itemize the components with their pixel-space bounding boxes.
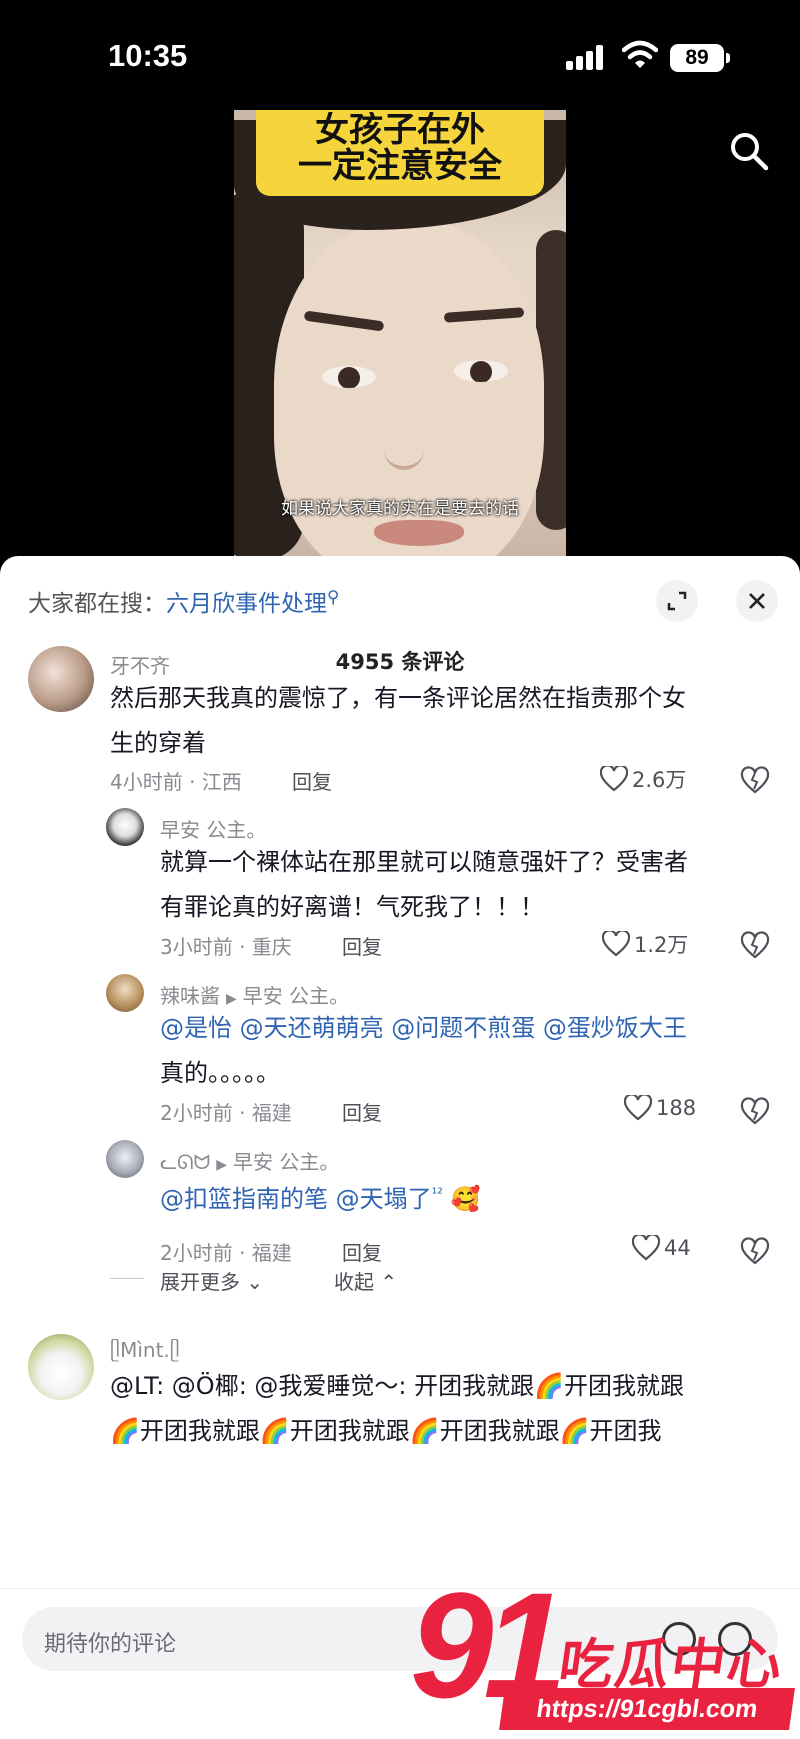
comment-username[interactable]: 牙不齐 [110, 650, 170, 679]
comment-text: @扣篮指南的笔 @天塌了¹² 🥰 [160, 1172, 480, 1222]
close-icon [749, 593, 765, 609]
comment-sheet: 大家都在搜：六月欣事件处理⚲ 4955 条评论 牙不齐 然后那天我真的震惊了，有… [0, 556, 800, 1739]
reply-arrow-icon: ▶ [226, 991, 237, 1007]
like-button[interactable]: 44 [632, 1235, 691, 1261]
comment-text-line: 生的穿着 [110, 729, 206, 757]
heart-icon [600, 766, 628, 792]
eye [454, 360, 508, 382]
mention-link[interactable]: @扣篮指南的笔 [160, 1185, 328, 1213]
mention-link[interactable]: @天塌了 [336, 1185, 432, 1213]
wifi-icon [622, 40, 658, 68]
emoji: 🥰 [450, 1185, 481, 1213]
avatar[interactable] [28, 646, 94, 712]
dislike-icon[interactable] [740, 931, 770, 959]
comment-time-location: 2小时前 · 福建 [160, 1101, 292, 1125]
comment-text: 就算一个裸体站在那里就可以随意强奸了？受害者 有罪论真的好离谱！气死我了！！！ [160, 840, 688, 930]
reply-button[interactable]: 回复 [342, 931, 382, 960]
hot-search-prefix: 大家都在搜： [28, 591, 166, 617]
battery-tip [726, 53, 730, 63]
cellular-signal-icon [566, 44, 604, 70]
mention-superscript: ¹² [431, 1186, 443, 1202]
comment-username[interactable]: 早安 公主。 [160, 814, 266, 843]
video-frame[interactable]: 女孩子在外 一定注意安全 如果说大家真的实在是要去的话 [234, 110, 566, 560]
comment-time-location: 4小时前 · 江西 [110, 770, 242, 794]
chevron-up-icon: ⌃ [380, 1270, 398, 1294]
reply-target: 早安 公主。 [242, 984, 350, 1008]
like-count: 188 [656, 1096, 697, 1120]
heart-icon [602, 931, 630, 957]
comment-username[interactable]: 辣味酱 ▶ 早安 公主。 [160, 980, 349, 1009]
mention-link[interactable]: @天还萌萌亮 [240, 1014, 384, 1042]
like-button[interactable]: 1.2万 [602, 929, 688, 959]
like-count: 44 [664, 1236, 691, 1260]
comment-text-line: 🌈开团我就跟🌈开团我就跟🌈开团我就跟🌈开团我 [110, 1417, 662, 1445]
avatar[interactable] [28, 1334, 94, 1400]
banner-line1: 女孩子在外 [315, 112, 485, 146]
dislike-icon[interactable] [740, 766, 770, 794]
mention-link[interactable]: @蛋炒饭大王 [543, 1014, 687, 1042]
lips [374, 520, 464, 546]
like-count: 1.2万 [634, 933, 689, 957]
close-button[interactable] [736, 580, 778, 622]
mention-link[interactable]: @是怡 [160, 1014, 232, 1042]
reply-author: ᓚᘏᗢ [160, 1150, 211, 1174]
like-count: 2.6万 [632, 768, 687, 792]
watermark-url: https://91cgbl.com [499, 1688, 795, 1730]
status-time: 10:35 [108, 38, 188, 73]
reply-target: 早安 公主。 [233, 1150, 340, 1174]
comment-mentions: @是怡 @天还萌萌亮 @问题不煎蛋 @蛋炒饭大王 [160, 1006, 687, 1051]
reply-arrow-icon: ▶ [216, 1157, 228, 1173]
heart-icon [624, 1095, 652, 1121]
reply-button[interactable]: 回复 [342, 1097, 382, 1126]
expand-more-label: 展开更多 [160, 1270, 240, 1294]
expand-more-button[interactable]: 展开更多 ⌄ [160, 1266, 263, 1295]
collapse-button[interactable]: 收起 ⌃ [334, 1266, 397, 1295]
hot-search-term[interactable]: 六月欣事件处理 [166, 591, 327, 617]
eyebrow [443, 307, 525, 323]
hot-search[interactable]: 大家都在搜：六月欣事件处理⚲ [28, 584, 339, 618]
collapse-label: 收起 [334, 1270, 374, 1294]
hot-search-icon: ⚲ [327, 587, 340, 608]
watermark: 91 吃瓜中心 https://91cgbl.com [410, 1570, 800, 1739]
status-bar: 10:35 89 [0, 0, 800, 110]
comment-text-line: 有罪论真的好离谱！气死我了！！！ [160, 893, 544, 921]
comment-time-location: 2小时前 · 福建 [160, 1241, 292, 1265]
like-button[interactable]: 2.6万 [600, 764, 686, 794]
avatar[interactable] [106, 1140, 144, 1178]
reply-button[interactable]: 回复 [342, 1237, 382, 1266]
comment-text-line: @LT: @Ö椰: @我爱睡觉～: 开团我就跟🌈开团我就跟 [110, 1372, 685, 1400]
reply-author: 辣味酱 [160, 984, 220, 1008]
thread-divider [110, 1278, 144, 1279]
comment-time-location: 3小时前 · 重庆 [160, 935, 292, 959]
reply-button[interactable]: 回复 [292, 766, 332, 795]
avatar[interactable] [106, 974, 144, 1012]
like-button[interactable]: 188 [624, 1095, 696, 1121]
avatar[interactable] [106, 808, 144, 846]
video-subtitle: 如果说大家真的实在是要去的话 [281, 499, 519, 519]
banner-line2: 一定注意安全 [298, 146, 502, 186]
comment-text: 然后那天我真的震惊了，有一条评论居然在指责那个女 生的穿着 [110, 676, 686, 766]
heart-icon [632, 1235, 660, 1261]
eye [322, 366, 376, 388]
eyebrow [303, 310, 385, 332]
chevron-down-icon: ⌄ [246, 1270, 264, 1294]
battery-icon: 89 [670, 44, 724, 72]
comment-username[interactable]: ᥫMìnt.ᥫ [110, 1338, 180, 1362]
expand-icon [667, 591, 687, 611]
nose [384, 410, 424, 470]
dislike-icon[interactable] [740, 1237, 770, 1265]
comment-input-placeholder: 期待你的评论 [44, 1632, 177, 1657]
expand-button[interactable] [656, 580, 698, 622]
search-icon[interactable] [728, 130, 770, 172]
video-banner: 女孩子在外 一定注意安全 [256, 110, 544, 196]
comment-text-line: 然后那天我真的震惊了，有一条评论居然在指责那个女 [110, 684, 686, 712]
mention-link[interactable]: @问题不煎蛋 [391, 1014, 535, 1042]
comment-text: @是怡 @天还萌萌亮 @问题不煎蛋 @蛋炒饭大王 真的。。。。。 [160, 1006, 687, 1096]
dislike-icon[interactable] [740, 1097, 770, 1125]
comment-username[interactable]: ᓚᘏᗢ ▶ 早安 公主。 [160, 1146, 339, 1175]
comment-text-line: 就算一个裸体站在那里就可以随意强奸了？受害者 [160, 848, 688, 876]
comment-text-line: 真的。。。。。 [160, 1059, 280, 1087]
video-player[interactable]: 10:35 89 女孩子在外 一定注意安全 如果说大家真的实在是要去的话 [0, 0, 800, 560]
comment-text: @LT: @Ö椰: @我爱睡觉～: 开团我就跟🌈开团我就跟 🌈开团我就跟🌈开团我… [110, 1364, 684, 1454]
